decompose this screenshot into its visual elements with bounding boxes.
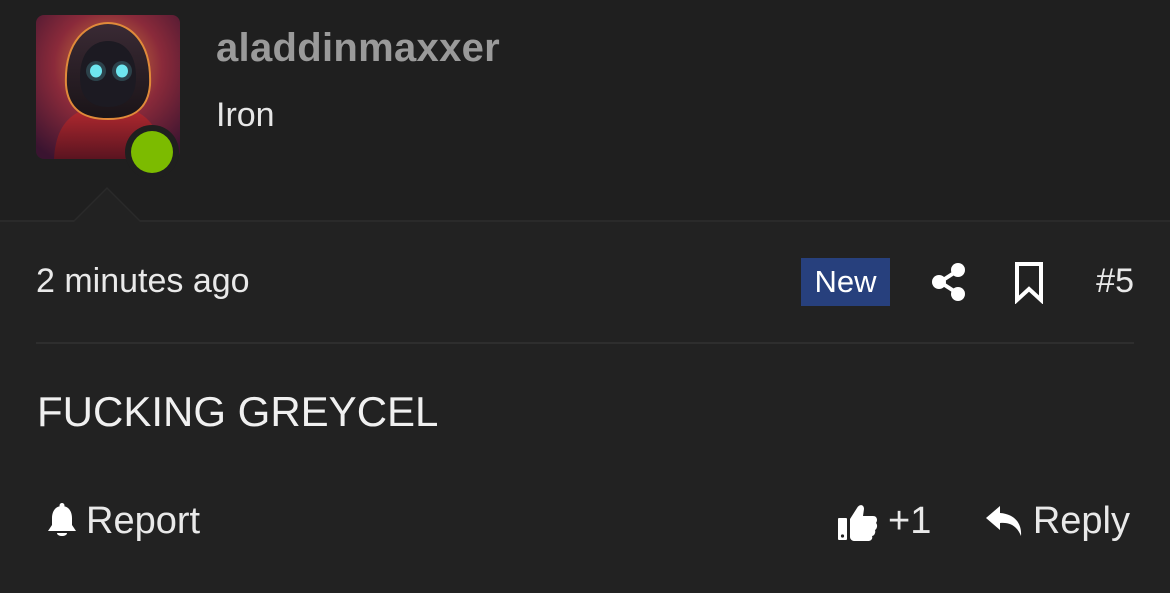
share-icon[interactable]	[929, 262, 969, 302]
report-label: Report	[86, 499, 201, 542]
reply-label: Reply	[1032, 499, 1130, 542]
divider	[36, 342, 1134, 344]
post-meta-row: 2 minutes ago New #5	[36, 258, 1134, 308]
bookmark-icon[interactable]	[1011, 260, 1047, 304]
bell-icon	[48, 503, 76, 536]
post-number-link[interactable]: #5	[1096, 262, 1134, 301]
post-message: FUCKING GREYCEL	[37, 388, 439, 435]
post-actions: Report +1 Reply	[36, 496, 1134, 546]
reply-button[interactable]: Reply	[985, 496, 1130, 546]
report-button[interactable]: Report	[46, 496, 200, 546]
reply-arrow-icon	[985, 506, 1021, 536]
online-status-indicator	[125, 125, 179, 179]
like-count: +1	[888, 499, 932, 542]
username-link[interactable]: aladdinmaxxer	[216, 26, 500, 71]
user-title: Iron	[216, 96, 275, 134]
post-user-header: aladdinmaxxer Iron	[0, 0, 1170, 222]
thumbs-up-icon	[838, 505, 878, 541]
forum-post: aladdinmaxxer Iron 2 minutes ago New #5 …	[0, 0, 1170, 593]
like-button[interactable]: +1	[836, 496, 931, 546]
new-badge: New	[801, 258, 890, 306]
header-pointer-arrow	[72, 187, 142, 222]
post-timestamp[interactable]: 2 minutes ago	[36, 262, 250, 301]
